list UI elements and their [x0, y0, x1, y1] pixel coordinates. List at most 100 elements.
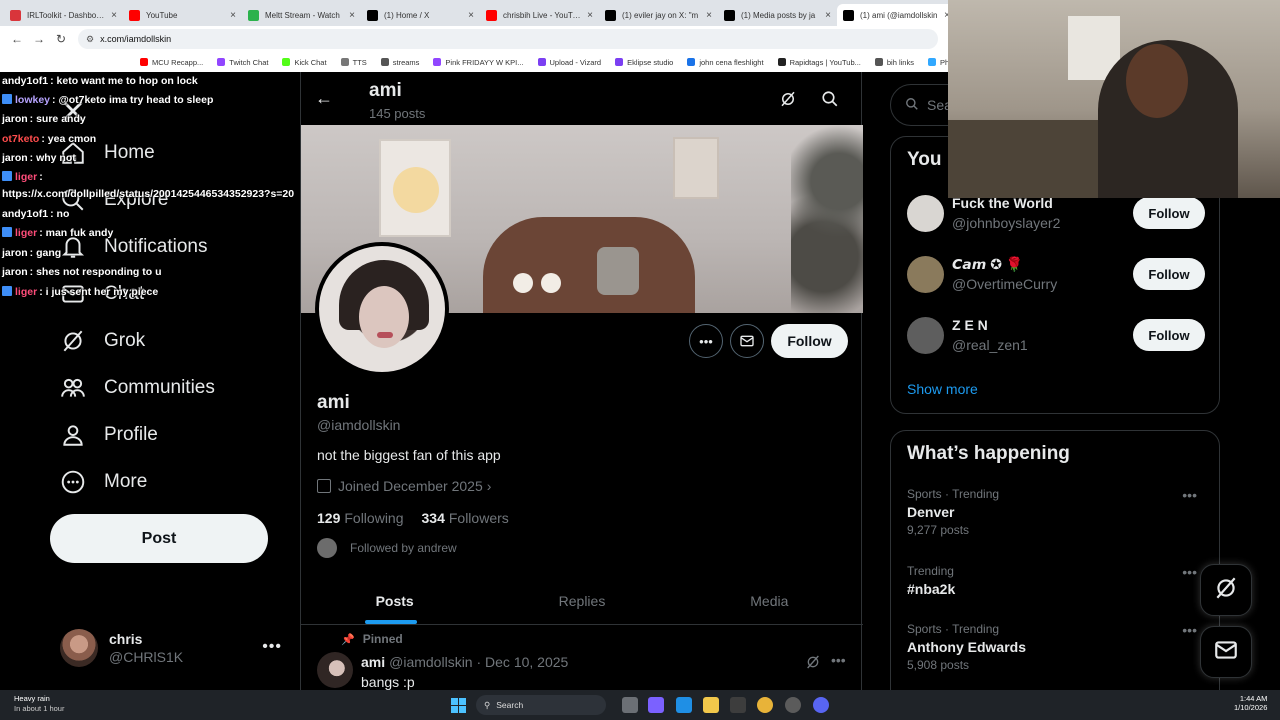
- browser-tab[interactable]: YouTube ×: [123, 4, 242, 26]
- grok-icon[interactable]: [805, 654, 821, 675]
- profile-avatar[interactable]: [315, 242, 449, 376]
- obs-icon[interactable]: [785, 697, 801, 713]
- following-count: 129: [317, 510, 341, 526]
- nav-more[interactable]: More: [58, 467, 147, 497]
- url-field[interactable]: ⚙ x.com/iamdollskin: [78, 29, 938, 49]
- followed-by[interactable]: Followed by andrew: [317, 538, 457, 558]
- account-switcher[interactable]: chris @CHRlS1K •••: [60, 628, 286, 668]
- followed-by-text: Followed by andrew: [350, 541, 457, 555]
- grok-icon[interactable]: [779, 90, 797, 113]
- tab-favicon-icon: [486, 9, 497, 21]
- header-post-count: 145 posts: [369, 106, 426, 121]
- task-view-icon[interactable]: [622, 697, 638, 713]
- bookmark-label: bih links: [886, 57, 914, 67]
- site-info-icon[interactable]: ⚙: [86, 34, 94, 45]
- tweet-author[interactable]: ami: [361, 654, 385, 670]
- trend-item[interactable]: Sports · Trending Anthony Edwards 5,908 …: [907, 622, 1205, 672]
- back-arrow-icon[interactable]: ←: [6, 28, 28, 50]
- windows-start-icon[interactable]: [451, 698, 466, 713]
- forward-arrow-icon[interactable]: →: [28, 28, 50, 50]
- bookmark-item[interactable]: john cena fleshlight: [687, 58, 764, 67]
- follow-button[interactable]: Follow: [1133, 319, 1205, 351]
- close-icon[interactable]: ×: [825, 10, 831, 21]
- search-icon[interactable]: [821, 90, 839, 113]
- bookmark-label: Rapidtags | YouTub...: [789, 57, 861, 67]
- tab-favicon-icon: [843, 9, 854, 21]
- tab-favicon-icon: [129, 9, 140, 21]
- bookmark-item[interactable]: Kick Chat: [282, 58, 327, 67]
- close-icon[interactable]: ×: [111, 10, 117, 21]
- more-horizontal-icon[interactable]: •••: [831, 652, 846, 668]
- file-explorer-icon[interactable]: [703, 697, 719, 713]
- more-horizontal-icon[interactable]: •••: [1182, 622, 1197, 638]
- bookmark-item[interactable]: Upload - Vizard: [537, 58, 601, 67]
- close-icon[interactable]: ×: [706, 10, 712, 21]
- tab-posts[interactable]: Posts: [301, 577, 488, 624]
- messages-fab[interactable]: [1200, 626, 1252, 678]
- tab-label: (1) eviler jay on X: "m: [622, 10, 699, 20]
- more-horizontal-icon[interactable]: •••: [262, 638, 282, 656]
- bookmark-item[interactable]: Eklipse studio: [615, 58, 673, 67]
- suggested-account[interactable]: Fuck the World @johnboyslayer2 Follow: [907, 193, 1205, 237]
- grok-fab[interactable]: [1200, 564, 1252, 616]
- trend-item[interactable]: Trending #nba2k •••: [907, 564, 1205, 597]
- copilot-icon[interactable]: [648, 697, 664, 713]
- suggested-handle: @OvertimeCurry: [952, 276, 1058, 292]
- mail-icon[interactable]: [730, 324, 764, 358]
- bookmark-item[interactable]: MCU Recapp...: [140, 58, 203, 67]
- more-horizontal-icon[interactable]: •••: [1182, 564, 1197, 580]
- suggested-account[interactable]: 𝘾𝙖𝙢 ✪ 🌹 @OvertimeCurry Follow: [907, 254, 1205, 298]
- bookmark-item[interactable]: bih links: [874, 57, 914, 67]
- taskbar-search[interactable]: ⚲ Search: [476, 695, 606, 715]
- browser-tab[interactable]: (1) Media posts by ja ×: [718, 4, 837, 26]
- follow-button[interactable]: Follow: [1133, 258, 1205, 290]
- followers-link[interactable]: 334 Followers: [422, 510, 509, 526]
- bookmark-item[interactable]: Twitch Chat: [217, 58, 268, 67]
- bookmark-item[interactable]: TTS: [340, 58, 367, 67]
- weather-subtitle: In about 1 hour: [14, 704, 65, 713]
- tab-label: IRLToolkit - Dashboard: [27, 10, 108, 20]
- reload-icon[interactable]: ↻: [50, 28, 72, 50]
- browser-tab[interactable]: chrisbih Live - YouTube ×: [480, 4, 599, 26]
- suggested-account[interactable]: Z E N @real_zen1 Follow: [907, 315, 1205, 359]
- browser-tab[interactable]: Meltt Stream - Watch ×: [242, 4, 361, 26]
- chrome-icon[interactable]: [757, 697, 773, 713]
- store-icon[interactable]: [730, 697, 746, 713]
- weather-widget[interactable]: Heavy rain In about 1 hour: [14, 694, 64, 713]
- trend-category: Trending: [907, 564, 954, 578]
- avatar[interactable]: [317, 652, 353, 688]
- browser-tab[interactable]: IRLToolkit - Dashboard ×: [4, 4, 123, 26]
- tab-replies[interactable]: Replies: [488, 577, 675, 624]
- system-clock[interactable]: 1:44 AM 1/10/2026: [1234, 694, 1267, 712]
- bookmark-item[interactable]: Rapidtags | YouTub...: [777, 57, 861, 67]
- close-icon[interactable]: ×: [349, 10, 355, 21]
- browser-tab[interactable]: (1) Home / X ×: [361, 4, 480, 26]
- trend-item[interactable]: Sports · Trending Denver 9,277 posts •••: [907, 487, 1205, 537]
- edge-icon[interactable]: [676, 697, 692, 713]
- follow-button[interactable]: Follow: [771, 324, 848, 358]
- close-icon[interactable]: ×: [230, 10, 236, 21]
- avatar: [60, 629, 98, 667]
- more-horizontal-icon[interactable]: •••: [1182, 487, 1197, 503]
- browser-tab[interactable]: (1) ami (@iamdollskin×: [837, 4, 956, 26]
- joined-date[interactable]: Joined December 2025 ›: [317, 478, 491, 494]
- close-icon[interactable]: ×: [468, 10, 474, 21]
- tab-media[interactable]: Media: [676, 577, 863, 624]
- follow-button[interactable]: Follow: [1133, 197, 1205, 229]
- nav-communities[interactable]: Communities: [58, 373, 215, 403]
- post-button[interactable]: Post: [50, 514, 268, 563]
- bookmark-item[interactable]: streams: [380, 58, 419, 67]
- bookmark-item[interactable]: Pink FRIDAYY W KPI...: [433, 58, 524, 67]
- chat-message: jaron: gang: [2, 247, 61, 259]
- close-icon[interactable]: ×: [587, 10, 593, 21]
- nav-grok[interactable]: Grok: [58, 326, 145, 356]
- more-horizontal-icon[interactable]: •••: [689, 324, 723, 358]
- browser-tab[interactable]: (1) eviler jay on X: "m ×: [599, 4, 718, 26]
- windows-taskbar: Heavy rain In about 1 hour ⚲ Search 1:44…: [0, 690, 1280, 720]
- show-more-link[interactable]: Show more: [907, 381, 978, 397]
- following-link[interactable]: 129 Following: [317, 510, 404, 526]
- pinned-indicator: 📌 Pinned: [341, 632, 403, 646]
- discord-icon[interactable]: [813, 697, 829, 713]
- chat-message: https://x.com/dollpilled/status/20014254…: [2, 188, 294, 200]
- nav-profile[interactable]: Profile: [58, 420, 158, 450]
